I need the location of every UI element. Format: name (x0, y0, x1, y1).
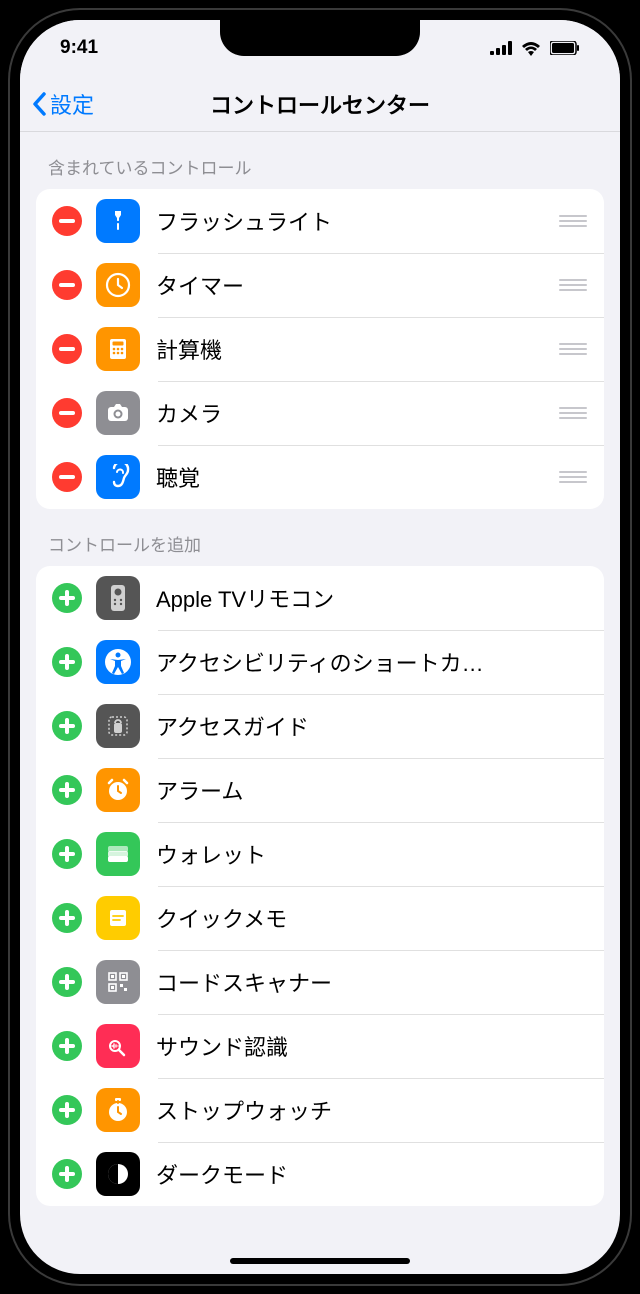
control-row: アクセスガイド (36, 694, 604, 758)
control-row: アクセシビリティのショートカ… (36, 630, 604, 694)
drag-handle[interactable] (558, 407, 588, 419)
add-button[interactable] (52, 583, 82, 613)
more-list: Apple TVリモコンアクセシビリティのショートカ… アクセスガイドアラームウォ… (36, 566, 604, 1206)
control-label: タイマー (156, 269, 558, 301)
add-button[interactable] (52, 1095, 82, 1125)
control-label: 聴覚 (156, 461, 558, 493)
control-row: ウォレット (36, 822, 604, 886)
back-button[interactable]: 設定 (32, 88, 94, 120)
qr-icon (96, 960, 140, 1004)
drag-handle[interactable] (558, 279, 588, 291)
dark-icon (96, 1152, 140, 1196)
control-row: アラーム (36, 758, 604, 822)
remove-button[interactable] (52, 206, 82, 236)
control-label: フラッシュライト (156, 205, 558, 237)
sound-icon (96, 1024, 140, 1068)
control-row: コードスキャナー (36, 950, 604, 1014)
drag-handle[interactable] (558, 471, 588, 483)
control-row: フラッシュライト (36, 189, 604, 253)
control-row: タイマー (36, 253, 604, 317)
cellular-icon (490, 41, 512, 55)
nav-bar: 設定 コントロールセンター (20, 76, 620, 132)
stopwatch-icon (96, 1088, 140, 1132)
add-button[interactable] (52, 967, 82, 997)
control-label: アクセシビリティのショートカ… (156, 646, 588, 678)
remote-icon (96, 576, 140, 620)
add-button[interactable] (52, 1031, 82, 1061)
remove-button[interactable] (52, 462, 82, 492)
flashlight-icon (96, 199, 140, 243)
control-label: Apple TVリモコン (156, 582, 588, 614)
control-label: ウォレット (156, 838, 588, 870)
control-label: ストップウォッチ (156, 1094, 588, 1126)
control-row: ストップウォッチ (36, 1078, 604, 1142)
control-row: 聴覚 (36, 445, 604, 509)
add-button[interactable] (52, 903, 82, 933)
home-indicator[interactable] (230, 1258, 410, 1264)
content-scroll[interactable]: 含まれているコントロール フラッシュライトタイマー計算機カメラ聴覚 コントロール… (20, 132, 620, 1274)
control-label: アクセスガイド (156, 710, 588, 742)
remove-button[interactable] (52, 270, 82, 300)
control-label: 計算機 (156, 333, 558, 365)
back-label: 設定 (50, 88, 94, 120)
control-label: ダークモード (156, 1158, 588, 1190)
included-list: フラッシュライトタイマー計算機カメラ聴覚 (36, 189, 604, 509)
control-row: ダークモード (36, 1142, 604, 1206)
control-label: サウンド認識 (156, 1030, 588, 1062)
camera-icon (96, 391, 140, 435)
control-row: クイックメモ (36, 886, 604, 950)
ear-icon (96, 455, 140, 499)
chevron-left-icon (32, 92, 46, 116)
control-label: アラーム (156, 774, 588, 806)
status-indicators (490, 40, 580, 56)
page-title: コントロールセンター (210, 88, 430, 120)
add-button[interactable] (52, 711, 82, 741)
wallet-icon (96, 832, 140, 876)
timer-icon (96, 263, 140, 307)
control-row: サウンド認識 (36, 1014, 604, 1078)
control-row: 計算機 (36, 317, 604, 381)
wifi-icon (520, 40, 542, 56)
control-label: コードスキャナー (156, 966, 588, 998)
remove-button[interactable] (52, 398, 82, 428)
add-button[interactable] (52, 647, 82, 677)
add-button[interactable] (52, 839, 82, 869)
section-header-more: コントロールを追加 (20, 509, 620, 566)
drag-handle[interactable] (558, 215, 588, 227)
control-label: クイックメモ (156, 902, 588, 934)
drag-handle[interactable] (558, 343, 588, 355)
add-button[interactable] (52, 1159, 82, 1189)
calculator-icon (96, 327, 140, 371)
remove-button[interactable] (52, 334, 82, 364)
note-icon (96, 896, 140, 940)
accessibility-icon (96, 640, 140, 684)
control-row: カメラ (36, 381, 604, 445)
status-time: 9:41 (60, 37, 98, 59)
section-header-included: 含まれているコントロール (20, 132, 620, 189)
control-row: Apple TVリモコン (36, 566, 604, 630)
control-label: カメラ (156, 397, 558, 429)
add-button[interactable] (52, 775, 82, 805)
alarm-icon (96, 768, 140, 812)
guide-icon (96, 704, 140, 748)
battery-icon (550, 41, 580, 55)
